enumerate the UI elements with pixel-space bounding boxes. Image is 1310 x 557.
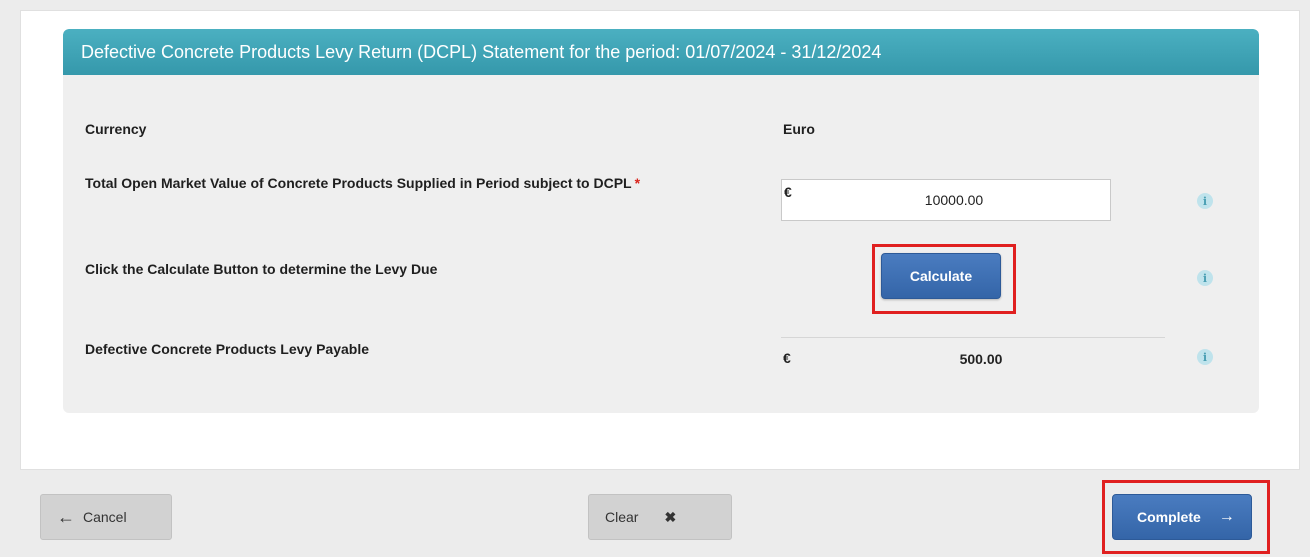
clear-button[interactable]: Clear ✖ xyxy=(588,494,732,540)
currency-label: Currency xyxy=(85,121,147,137)
calculate-button[interactable]: Calculate xyxy=(881,253,1001,299)
required-marker: * xyxy=(634,175,641,191)
levy-payable-field: € 500.00 xyxy=(781,337,1165,379)
panel-header: Defective Concrete Products Levy Return … xyxy=(63,29,1259,75)
levy-payable-value: 500.00 xyxy=(959,350,1003,367)
clear-label: Clear xyxy=(605,509,639,525)
levy-payable-label: Defective Concrete Products Levy Payable xyxy=(85,341,370,357)
arrow-right-icon: → xyxy=(1218,508,1235,525)
form-card: Defective Concrete Products Levy Return … xyxy=(20,10,1300,470)
panel-title: Defective Concrete Products Levy Return … xyxy=(81,41,882,62)
info-icon[interactable]: i xyxy=(1197,193,1213,209)
open-market-value-input[interactable] xyxy=(800,180,1108,220)
complete-label: Complete xyxy=(1137,509,1201,525)
close-icon: ✖ xyxy=(664,508,677,525)
dcpl-statement-panel: Defective Concrete Products Levy Return … xyxy=(63,29,1259,413)
open-market-value-field[interactable]: € xyxy=(781,179,1111,221)
arrow-left-icon: ← xyxy=(57,506,75,527)
euro-symbol: € xyxy=(783,350,791,366)
info-icon[interactable]: i xyxy=(1197,270,1213,286)
calculate-instruction-label: Click the Calculate Button to determine … xyxy=(85,261,438,277)
cancel-button[interactable]: ← Cancel xyxy=(40,494,172,540)
open-market-value-label-text: Total Open Market Value of Concrete Prod… xyxy=(85,175,632,191)
complete-button[interactable]: Complete → xyxy=(1112,494,1252,540)
cancel-label: Cancel xyxy=(83,509,127,525)
info-icon[interactable]: i xyxy=(1197,349,1213,365)
euro-symbol: € xyxy=(784,184,792,200)
open-market-value-label: Total Open Market Value of Concrete Prod… xyxy=(85,175,640,191)
currency-value: Euro xyxy=(783,121,815,137)
